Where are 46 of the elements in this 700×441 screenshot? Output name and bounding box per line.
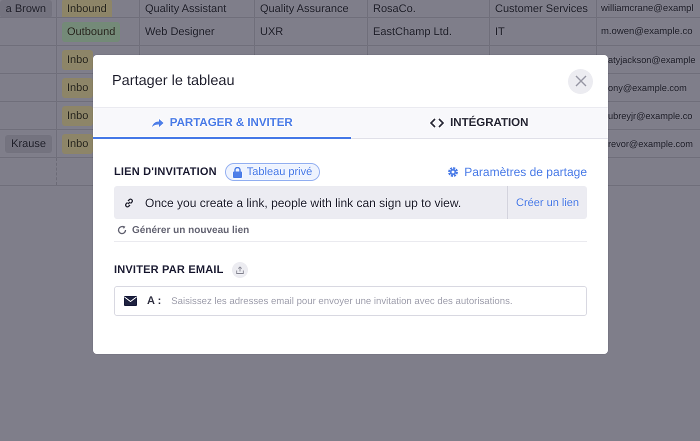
direction-tag: Inbo [62,134,94,154]
table-cell: revor@example.com [608,138,693,148]
table-cell: EastChamp Ltd. [373,26,452,38]
link-message: Once you create a link, people with link can sign up to view. [145,196,462,210]
privacy-badge: Tableau privé [224,163,320,181]
table-cell: Web Designer [145,26,214,38]
tab[interactable]: PARTAGER & INVITER [93,108,350,139]
table-cell: UXR [260,26,284,38]
sharing-settings-link[interactable]: Paramètres de partage [447,165,587,179]
close-button[interactable] [568,68,593,94]
code-icon [430,118,444,128]
section-heading: INVITER PAR EMAIL [114,264,224,276]
email-input-field[interactable]: Saisissez les adresses email pour envoyer une invitation avec des autorisations. [171,296,577,306]
lock-icon [232,166,242,178]
to-label: A : [147,295,162,307]
table-cell: Customer Services [495,2,588,14]
direction-tag: Inbo [62,106,94,126]
table-cell: Quality Assurance [260,2,349,14]
link-icon [123,196,135,208]
share-arrow-icon [150,118,164,128]
table-cell: ubreyjr@example.co [608,110,692,120]
regenerate-link-button[interactable]: Générer un nouveau lien [114,219,250,241]
tab[interactable]: INTÉGRATION [350,108,608,139]
upload-button[interactable] [232,262,248,278]
table-cell: m.owen@example.co [601,26,692,37]
table-cell: RosaCo. [373,2,416,14]
upload-icon [236,266,244,274]
table-cell: Quality Assistant [145,2,226,14]
envelope-icon [124,296,137,306]
dialog-title: Partager le tableau [112,73,235,89]
direction-tag: Inbo [62,50,94,70]
direction-tag: Outbound [62,22,120,42]
table-cell: atyjackson@example [608,54,696,64]
create-link-button[interactable]: Créer un lien [507,186,587,219]
person-chip: Krause [5,134,52,152]
direction-tag: Inbound [62,0,112,17]
section-heading: LIEN D'INVITATION [114,166,217,178]
table-cell: ony@example.com [608,82,687,92]
table-cell: IT [495,26,505,38]
person-chip: a Brown [0,0,52,17]
close-icon [574,75,586,87]
email-field[interactable]: A : Saisissez les adresses email pour envoyer une invitation avec des autorisations. [114,286,587,316]
direction-tag: Inbo [62,78,94,98]
table-cell: williamcrane@exampl [601,3,694,14]
refresh-icon [117,225,127,235]
gear-icon [447,166,460,178]
